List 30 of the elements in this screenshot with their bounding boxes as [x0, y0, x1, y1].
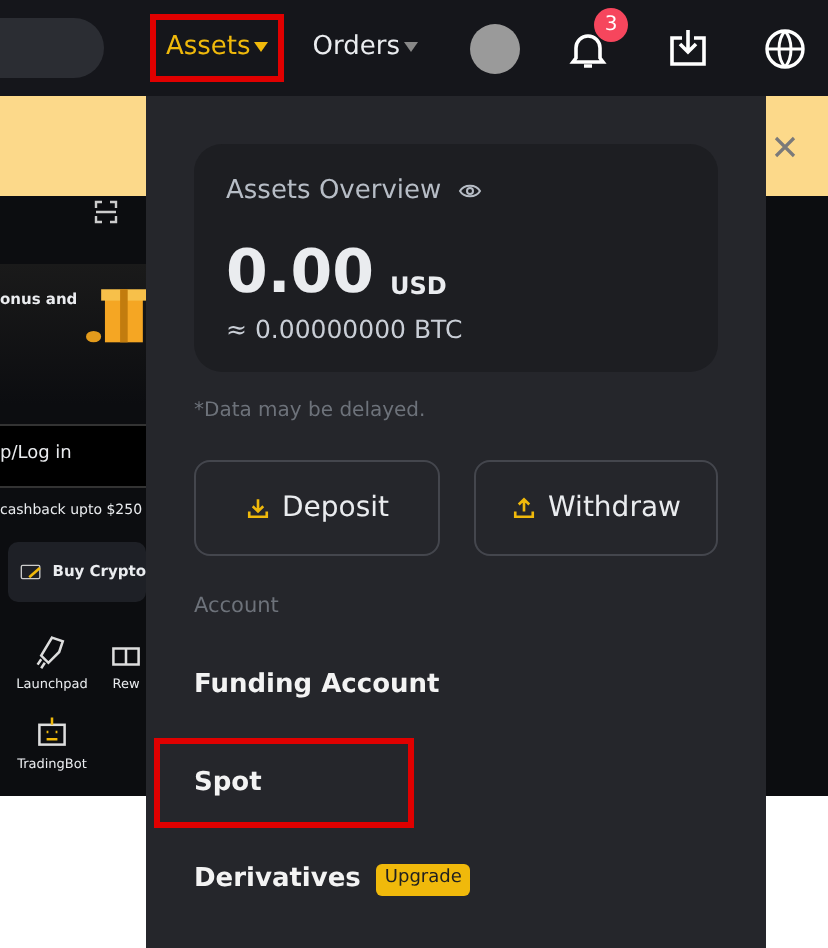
search-field[interactable] — [0, 18, 104, 78]
avatar-icon[interactable] — [470, 23, 520, 73]
caret-icon — [404, 42, 418, 53]
currency-label: USD — [390, 269, 447, 303]
upload-icon — [510, 494, 539, 523]
balance-amount: 0.00 — [226, 243, 375, 303]
deposit-button[interactable]: Deposit — [194, 460, 439, 557]
withdraw-button[interactable]: Withdraw — [473, 460, 718, 557]
bell-icon[interactable] — [568, 29, 608, 70]
eye-icon[interactable] — [457, 182, 482, 201]
notification-badge: 3 — [594, 8, 628, 42]
download-icon — [243, 494, 272, 523]
caret-icon — [254, 42, 269, 53]
download-icon[interactable] — [668, 28, 708, 68]
globe-icon[interactable] — [764, 27, 806, 69]
delay-note: *Data may be delayed. — [194, 398, 428, 427]
scan-icon[interactable] — [94, 200, 118, 224]
rocket-icon[interactable] — [34, 633, 70, 669]
nav-menu-link[interactable]: Assets — [149, 14, 285, 82]
nav-menu-link[interactable]: Orders — [296, 14, 434, 82]
overview-title: Assets Overview — [226, 174, 442, 210]
account-menu-item[interactable]: Derivatives Upgrade — [154, 834, 718, 925]
bot-icon[interactable] — [34, 714, 70, 751]
btc-amount: ≈ 0.00000000 BTC — [226, 311, 465, 347]
upgrade-tag: Upgrade — [376, 864, 470, 895]
account-menu-item[interactable]: Spot — [154, 737, 414, 828]
section-label: Account — [194, 592, 281, 623]
close-icon[interactable] — [774, 135, 796, 157]
account-menu-item[interactable]: Funding Account — [154, 640, 446, 731]
card-icon — [20, 559, 43, 583]
